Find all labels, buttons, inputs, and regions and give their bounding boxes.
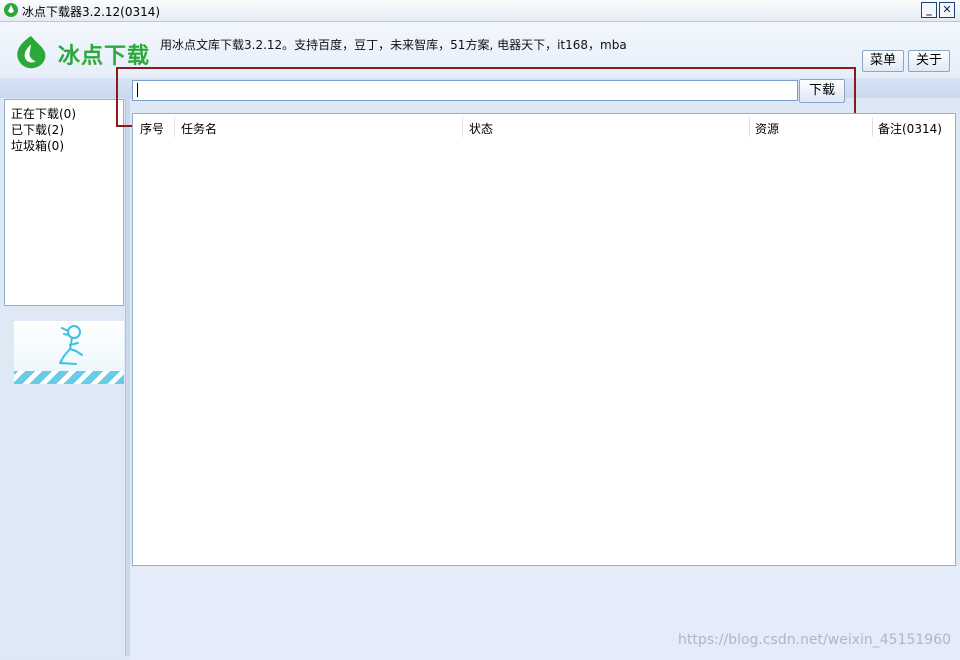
title-bar: 冰点下载器3.2.12(0314) _ ✕ [0,0,960,22]
menu-button[interactable]: 菜单 [862,50,905,72]
minimize-button[interactable]: _ [921,2,937,18]
brand-logo-icon [17,35,46,69]
task-table: 序号 任务名 状态 资源 备注(0314) [132,113,956,566]
app-logo-icon [4,3,18,17]
about-button[interactable]: 关于 [908,50,951,72]
column-header-status[interactable]: 状态 [469,120,493,137]
column-header-source[interactable]: 资源 [755,120,779,137]
column-header-index[interactable]: 序号 [140,120,164,137]
progress-stripe [14,371,124,384]
close-button[interactable]: ✕ [939,2,955,18]
window-title: 冰点下载器3.2.12(0314) [22,5,161,19]
url-input[interactable] [132,80,798,101]
text-caret [137,83,138,97]
announcement-marquee: 用冰点文库下载3.2.12。支持百度，豆丁，未来智库，51方案, 电器天下，it… [160,38,627,52]
sidebar-nav: 正在下载(0) 已下载(2) 垃圾箱(0) [4,99,124,306]
download-button[interactable]: 下载 [799,79,845,103]
column-separator[interactable] [749,117,750,137]
column-separator[interactable] [872,117,873,137]
sidebar-item-trash[interactable]: 垃圾箱(0) [11,137,64,154]
sidebar-item-downloaded[interactable]: 已下载(2) [11,121,64,138]
brand-name: 冰点下载 [58,44,151,69]
column-separator[interactable] [462,117,463,137]
sidebar-item-downloading[interactable]: 正在下载(0) [11,105,76,122]
column-header-task-name[interactable]: 任务名 [181,120,217,137]
column-header-note[interactable]: 备注(0314) [878,120,942,137]
column-separator[interactable] [174,117,175,137]
running-mascot-icon [59,325,83,365]
app-header: 冰点下载 用冰点文库下载3.2.12。支持百度，豆丁，未来智库，51方案, 电器… [0,22,960,78]
watermark-text: https://blog.csdn.net/weixin_45151960 [678,632,952,648]
